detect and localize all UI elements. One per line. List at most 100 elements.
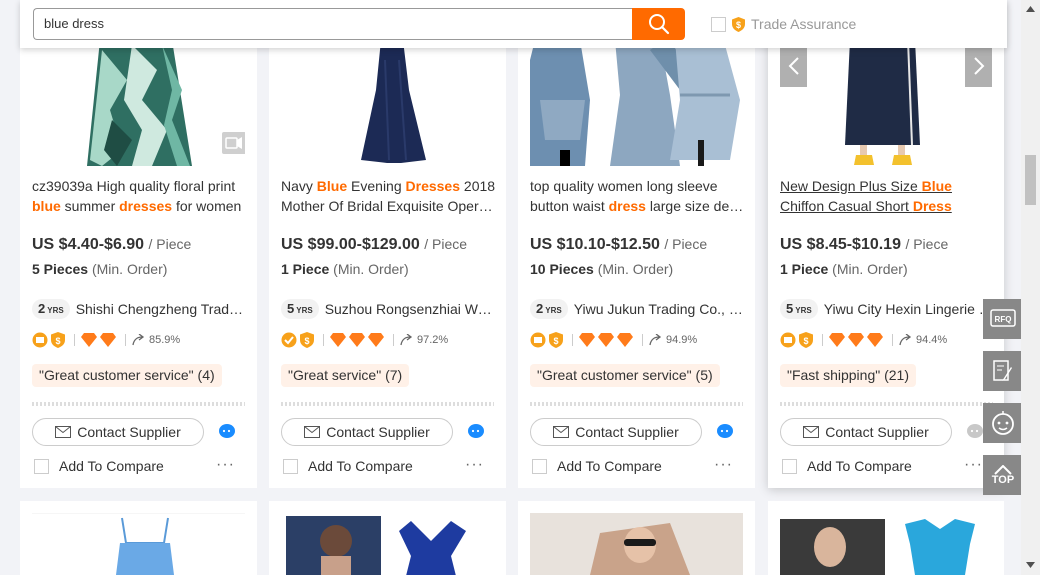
product-image[interactable] bbox=[780, 519, 993, 575]
product-card[interactable]: top quality women long sleeve button wai… bbox=[518, 0, 755, 488]
compare-checkbox[interactable] bbox=[782, 458, 797, 474]
supplier-info[interactable]: 5YRS Suzhou Rongsenzhiai Wedding Dresses bbox=[281, 299, 494, 319]
product-price: US $4.40-$6.90 / Piece bbox=[32, 236, 192, 253]
verified-icon bbox=[281, 332, 297, 348]
product-card[interactable] bbox=[269, 501, 506, 575]
gold-supplier-icon bbox=[780, 332, 796, 348]
compare-checkbox[interactable] bbox=[283, 458, 298, 474]
diamond-icon bbox=[617, 333, 633, 347]
add-to-compare[interactable]: Add To Compare bbox=[532, 458, 662, 474]
scroll-down-arrow-icon[interactable] bbox=[1025, 561, 1036, 569]
envelope-icon bbox=[553, 426, 570, 438]
response-rate: 97.2% bbox=[417, 334, 449, 346]
supplier-badges: $ 94.4% bbox=[780, 332, 947, 348]
supplier-info[interactable]: 2YRS Shishi Chengzheng Trading Co., Ltd. bbox=[32, 299, 245, 319]
diamond-icon bbox=[368, 333, 384, 347]
supplier-info[interactable]: 2 YRS Yiwu Jukun Trading Co., Ltd. bbox=[530, 299, 743, 319]
product-card[interactable]: cz39039a High quality floral print blue … bbox=[20, 0, 257, 488]
diamond-icon bbox=[848, 333, 864, 347]
contact-supplier-button[interactable]: Contact Supplier bbox=[281, 418, 453, 446]
review-tag: "Great service" (7) bbox=[281, 364, 410, 387]
compare-checkbox[interactable] bbox=[34, 458, 49, 474]
supplier-badges: $ 94.9% bbox=[530, 332, 697, 348]
diamond-icon bbox=[81, 333, 97, 347]
contact-supplier-button[interactable]: Contact Supplier bbox=[780, 418, 952, 446]
supplier-name[interactable]: Shishi Chengzheng Trading Co., Ltd. bbox=[76, 301, 245, 317]
diamond-icon bbox=[829, 333, 845, 347]
review-tag: "Great customer service" (4) bbox=[32, 364, 222, 387]
product-title[interactable]: New Design Plus Size Blue Chiffon Casual… bbox=[780, 176, 995, 216]
response-rate-icon bbox=[132, 334, 145, 346]
gold-supplier-icon bbox=[530, 332, 546, 348]
min-order: 1 Piece (Min. Order) bbox=[780, 261, 908, 277]
product-image[interactable] bbox=[281, 516, 494, 575]
more-options-button[interactable]: ··· bbox=[216, 456, 235, 474]
product-price: US $10.10-$12.50 / Piece bbox=[530, 236, 708, 253]
chat-icon[interactable] bbox=[716, 423, 734, 439]
compare-checkbox[interactable] bbox=[532, 458, 547, 474]
scrollbar-thumb[interactable] bbox=[1025, 155, 1036, 205]
product-title[interactable]: Navy Blue Evening Dresses 2018 Mother Of… bbox=[281, 176, 496, 216]
response-rate-icon bbox=[400, 334, 413, 346]
trade-assurance-shield-icon: $ bbox=[732, 16, 745, 32]
product-image[interactable] bbox=[32, 513, 245, 575]
robot-face-icon bbox=[992, 411, 1014, 435]
trade-assurance-icon: $ bbox=[549, 332, 563, 348]
search-bar: blue dress $ Trade Assurance bbox=[20, 0, 1007, 48]
supplier-name[interactable]: Suzhou Rongsenzhiai Wedding Dresses bbox=[325, 301, 494, 317]
scrollbar[interactable] bbox=[1021, 0, 1040, 575]
add-to-compare[interactable]: Add To Compare bbox=[283, 458, 413, 474]
product-card[interactable] bbox=[518, 501, 755, 575]
svg-text:$: $ bbox=[736, 20, 741, 30]
diamond-icon bbox=[100, 333, 116, 347]
back-to-top-button[interactable]: TOP bbox=[983, 455, 1023, 495]
product-title[interactable]: top quality women long sleeve button wai… bbox=[530, 176, 745, 216]
trade-assurance-filter[interactable]: $ Trade Assurance bbox=[711, 16, 856, 32]
product-image[interactable] bbox=[530, 513, 743, 575]
rfq-button[interactable]: RFQ bbox=[983, 299, 1023, 339]
contact-supplier-button[interactable]: Contact Supplier bbox=[530, 418, 702, 446]
divider bbox=[530, 402, 743, 406]
envelope-icon bbox=[55, 426, 72, 438]
contact-supplier-button[interactable]: Contact Supplier bbox=[32, 418, 204, 446]
envelope-icon bbox=[803, 426, 820, 438]
chat-offline-icon[interactable] bbox=[966, 423, 984, 439]
scroll-up-arrow-icon[interactable] bbox=[1025, 5, 1036, 13]
supplier-name[interactable]: Yiwu Jukun Trading Co., Ltd. bbox=[574, 301, 743, 317]
more-options-button[interactable]: ··· bbox=[964, 456, 983, 474]
diamond-icon bbox=[867, 333, 883, 347]
response-rate-icon bbox=[649, 334, 662, 346]
trade-assurance-icon: $ bbox=[51, 332, 65, 348]
chevron-right-icon bbox=[973, 57, 984, 75]
carousel-next-button[interactable] bbox=[965, 45, 992, 87]
product-title[interactable]: cz39039a High quality floral print blue … bbox=[32, 176, 247, 216]
years-badge: 5 YRS bbox=[281, 299, 319, 319]
chat-icon[interactable] bbox=[218, 423, 236, 439]
search-button[interactable] bbox=[632, 8, 685, 40]
product-card[interactable]: New Design Plus Size Blue Chiffon Casual… bbox=[768, 0, 1004, 488]
min-order: 10 Pieces (Min. Order) bbox=[530, 261, 674, 277]
chat-icon[interactable] bbox=[467, 423, 485, 439]
more-options-button[interactable]: ··· bbox=[465, 456, 484, 474]
product-price: US $8.45-$10.19 / Piece bbox=[780, 236, 949, 253]
feedback-button[interactable] bbox=[983, 351, 1023, 391]
diamond-icon bbox=[349, 333, 365, 347]
trade-assurance-checkbox[interactable] bbox=[711, 16, 726, 32]
add-to-compare[interactable]: Add To Compare bbox=[782, 458, 912, 474]
product-card[interactable] bbox=[768, 501, 1004, 575]
product-card[interactable] bbox=[20, 501, 257, 575]
divider bbox=[780, 402, 993, 406]
assistant-button[interactable] bbox=[983, 403, 1023, 443]
product-card[interactable]: Navy Blue Evening Dresses 2018 Mother Of… bbox=[269, 0, 506, 488]
carousel-prev-button[interactable] bbox=[780, 45, 807, 87]
search-icon bbox=[648, 14, 669, 35]
gold-supplier-icon bbox=[32, 332, 48, 348]
trade-assurance-label: Trade Assurance bbox=[751, 16, 857, 32]
supplier-info[interactable]: 5YRS Yiwu City Hexin Lingerie Co., Ltd. bbox=[780, 299, 993, 319]
more-options-button[interactable]: ··· bbox=[714, 456, 733, 474]
search-input[interactable]: blue dress bbox=[33, 8, 633, 40]
add-to-compare[interactable]: Add To Compare bbox=[34, 458, 164, 474]
trade-assurance-icon: $ bbox=[799, 332, 813, 348]
svg-text:$: $ bbox=[803, 336, 808, 346]
supplier-name[interactable]: Yiwu City Hexin Lingerie Co., Ltd. bbox=[824, 301, 993, 317]
